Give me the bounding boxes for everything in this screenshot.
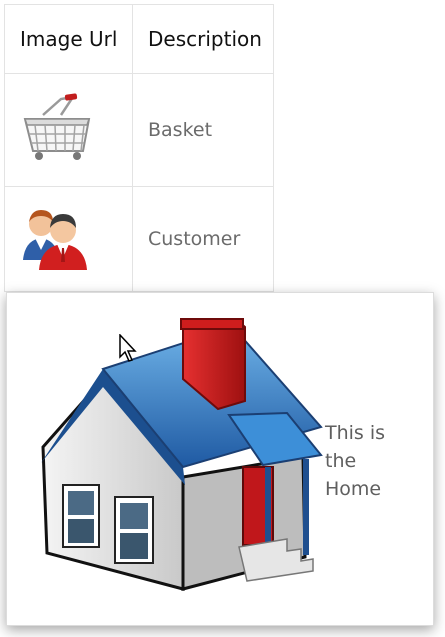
description-cell[interactable]: Customer: [132, 186, 274, 292]
shopping-basket-icon[interactable]: [21, 93, 95, 163]
column-header-image-url[interactable]: Image Url: [4, 4, 133, 74]
popup-description: This is the Home: [325, 422, 386, 500]
image-cell[interactable]: [4, 186, 133, 292]
table-header-row: Image Url Description: [4, 4, 274, 74]
customer-users-icon[interactable]: [21, 202, 93, 272]
app-window: Image Url Description Basket Customer Th…: [0, 0, 445, 637]
description-cell[interactable]: Basket: [132, 73, 274, 187]
image-cell[interactable]: [4, 73, 133, 187]
image-preview-popup: This is the Home: [6, 292, 434, 626]
image-table: Image Url Description Basket Customer: [4, 4, 274, 292]
table-row[interactable]: Customer: [4, 186, 274, 292]
home-house-icon: [41, 318, 323, 591]
table-row[interactable]: Basket: [4, 73, 274, 187]
column-header-description[interactable]: Description: [132, 4, 274, 74]
mouse-pointer-icon: [119, 334, 137, 362]
